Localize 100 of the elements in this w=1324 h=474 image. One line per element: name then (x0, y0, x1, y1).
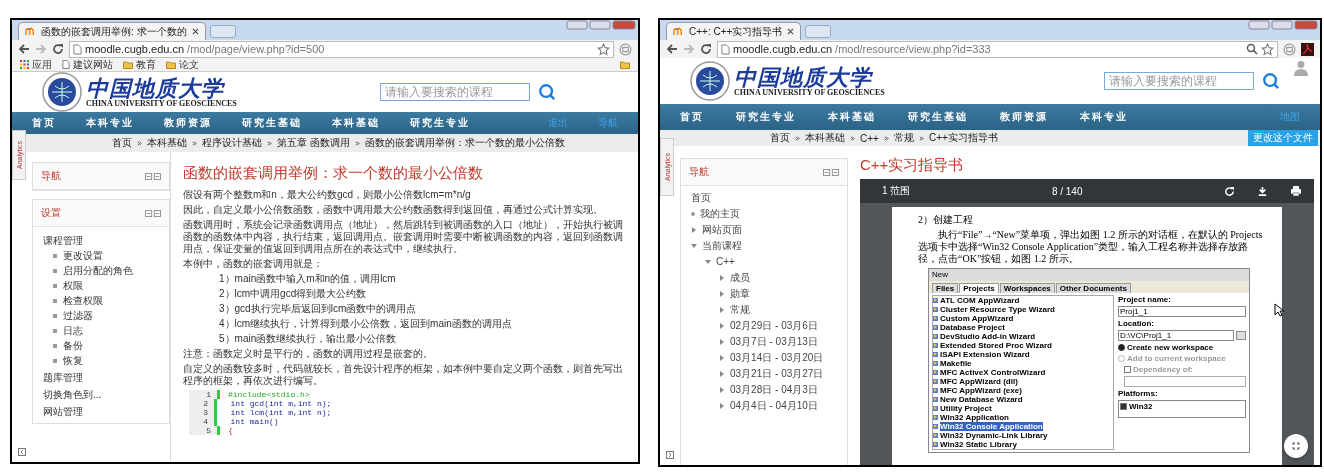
project-type-option[interactable]: MFC AppWizard (dll) (940, 377, 1018, 386)
collapsed-arrow-icon[interactable] (691, 227, 697, 233)
navigation-link[interactable]: 网站页面 (702, 222, 742, 238)
browser-tab[interactable]: C++: C++实习指导书 (666, 22, 802, 40)
bookmark[interactable]: 应用 (20, 58, 52, 71)
nav-link[interactable]: 本科专业 (1080, 110, 1128, 124)
dependency-dropdown[interactable] (1124, 376, 1246, 387)
expanded-arrow-icon[interactable] (705, 259, 711, 265)
checkbox[interactable] (1124, 366, 1131, 373)
breadcrumb-link[interactable]: 程序设计基础 (202, 136, 262, 150)
breadcrumb-link[interactable]: 本科基础 (147, 136, 187, 150)
navigation-link[interactable]: 03月14日 - 03月20日 (730, 350, 824, 366)
pdf-extension-icon[interactable] (1301, 42, 1314, 56)
navigation-link[interactable]: 勋章 (730, 286, 750, 302)
breadcrumb-link[interactable]: 常规 (893, 131, 914, 145)
project-type-option[interactable]: Win32 Application (940, 413, 1009, 422)
block-controls-icon[interactable] (823, 168, 839, 176)
settings-link[interactable]: 恢复 (63, 353, 83, 368)
settings-link[interactable]: 更改设置 (63, 248, 103, 263)
nav-link[interactable]: 研究生专业 (410, 116, 470, 130)
project-type-option[interactable]: Extended Stored Proc Wizard (940, 341, 1052, 350)
breadcrumb-link[interactable]: 第五章 函数调用 (277, 136, 350, 150)
project-type-option[interactable]: Win32 Static Library (940, 440, 1017, 449)
browse-button[interactable] (1236, 331, 1246, 340)
navigation-link[interactable]: 02月29日 - 03月6日 (730, 318, 818, 334)
settings-link[interactable]: 切换角色到... (43, 387, 102, 402)
rotate-icon[interactable] (1224, 185, 1235, 197)
search-field[interactable]: 请输入要搜索的课程 (1104, 72, 1254, 90)
project-type-option[interactable]: New Database Wizard (940, 395, 1023, 404)
reload-icon[interactable] (700, 43, 712, 55)
collapsed-arrow-icon[interactable] (719, 291, 725, 297)
nav-link[interactable]: 本科基础 (332, 116, 380, 130)
navigation-link[interactable]: 成员 (730, 270, 750, 286)
reload-icon[interactable] (52, 43, 64, 55)
bookmark[interactable]: 建议网站 (62, 58, 113, 71)
navigation-link[interactable]: 03月28日 - 04月3日 (730, 382, 818, 398)
print-icon[interactable] (1290, 185, 1302, 197)
dock-icon[interactable] (18, 448, 26, 456)
star-icon[interactable] (1261, 42, 1274, 56)
nav-link[interactable]: 教师资源 (1000, 110, 1048, 124)
search-icon[interactable] (1262, 72, 1280, 90)
collapsed-arrow-icon[interactable] (719, 355, 725, 361)
nav-link[interactable]: 研究生基础 (908, 110, 968, 124)
nav-link[interactable]: 首页 (680, 110, 704, 124)
dock-icon[interactable] (666, 451, 674, 459)
folder-icon[interactable] (620, 60, 630, 69)
location-field[interactable]: D:\VC\Proj1_1 (1118, 330, 1234, 341)
back-icon[interactable] (18, 43, 30, 55)
navigation-link[interactable]: 首页 (691, 190, 711, 206)
zoom-icon[interactable] (1246, 43, 1258, 55)
collapsed-arrow-icon[interactable] (719, 307, 725, 313)
settings-link[interactable]: 过滤器 (63, 308, 93, 323)
collapsed-arrow-icon[interactable] (719, 323, 725, 329)
project-type-option[interactable]: Makefile (940, 359, 972, 368)
navigation-link[interactable]: 03月21日 - 03月27日 (730, 366, 824, 382)
project-type-option[interactable]: MFC ActiveX ControlWizard (940, 368, 1046, 377)
breadcrumb-link[interactable]: 函数的嵌套调用举例：求一个数的最小公倍数 (364, 136, 565, 150)
project-type-option[interactable]: ISAPI Extension Wizard (940, 350, 1030, 359)
nav-link[interactable]: 研究生基础 (242, 116, 302, 130)
close-icon[interactable] (191, 28, 199, 35)
navigation-link[interactable]: 当前课程 (702, 238, 742, 254)
radio-button[interactable] (1118, 344, 1125, 351)
new-tab-button[interactable] (209, 25, 236, 38)
settings-link[interactable]: 启用分配的角色 (63, 263, 133, 278)
collapsed-arrow-icon[interactable] (719, 275, 725, 281)
close-icon[interactable] (787, 28, 795, 35)
checkbox[interactable] (1120, 403, 1127, 410)
search-icon[interactable] (538, 83, 556, 101)
bookmark[interactable]: 论文 (166, 58, 199, 71)
address-field[interactable]: moodle.cugb.edu.cn /mod/resource/view.php?id=333 (717, 40, 1278, 58)
address-field[interactable]: moodle.cugb.edu.cn /mod/page/view.php?id=500 (69, 40, 614, 58)
block-controls-icon[interactable] (145, 172, 161, 180)
nav-link[interactable]: 首页 (32, 116, 56, 130)
settings-link[interactable]: 备份 (63, 338, 83, 353)
nav-link[interactable]: 研究生专业 (736, 110, 796, 124)
new-tab-button[interactable] (805, 25, 832, 38)
settings-link[interactable]: 检查权限 (63, 293, 103, 308)
search-field[interactable]: 请输入要搜索的课程 (380, 83, 530, 101)
project-type-option[interactable]: DevStudio Add-in Wizard (940, 332, 1036, 341)
collapsed-arrow-icon[interactable] (719, 403, 725, 409)
navigation-link[interactable]: 03月7日 - 03月13日 (730, 334, 818, 350)
breadcrumb-link[interactable]: 首页 (112, 136, 132, 150)
star-icon[interactable] (597, 42, 610, 56)
breadcrumb-link[interactable]: C++实习指导书 (928, 131, 998, 145)
nav-link[interactable]: 本科专业 (86, 116, 134, 130)
navigation-link[interactable]: 我的主页 (700, 206, 740, 222)
breadcrumb-link[interactable]: C++ (860, 132, 879, 144)
settings-link[interactable]: 课程管理 (43, 233, 83, 248)
breadcrumb-link[interactable]: 本科基础 (805, 131, 845, 145)
collapsed-arrow-icon[interactable] (719, 371, 725, 377)
project-type-option[interactable]: Custom AppWizard (940, 314, 1014, 323)
back-icon[interactable] (666, 43, 678, 55)
breadcrumb-link[interactable]: 首页 (770, 131, 790, 145)
browser-tab[interactable]: 函数的嵌套调用举例: 求一个数的 (18, 22, 206, 40)
settings-link[interactable]: 题库管理 (43, 370, 83, 385)
settings-link[interactable]: 权限 (63, 278, 83, 293)
nav-link[interactable]: 教师资源 (164, 116, 212, 130)
expanded-arrow-icon[interactable] (691, 243, 697, 249)
settings-link[interactable]: 日志 (63, 323, 83, 338)
navigation-link[interactable]: 04月4日 - 04月10日 (730, 398, 818, 414)
